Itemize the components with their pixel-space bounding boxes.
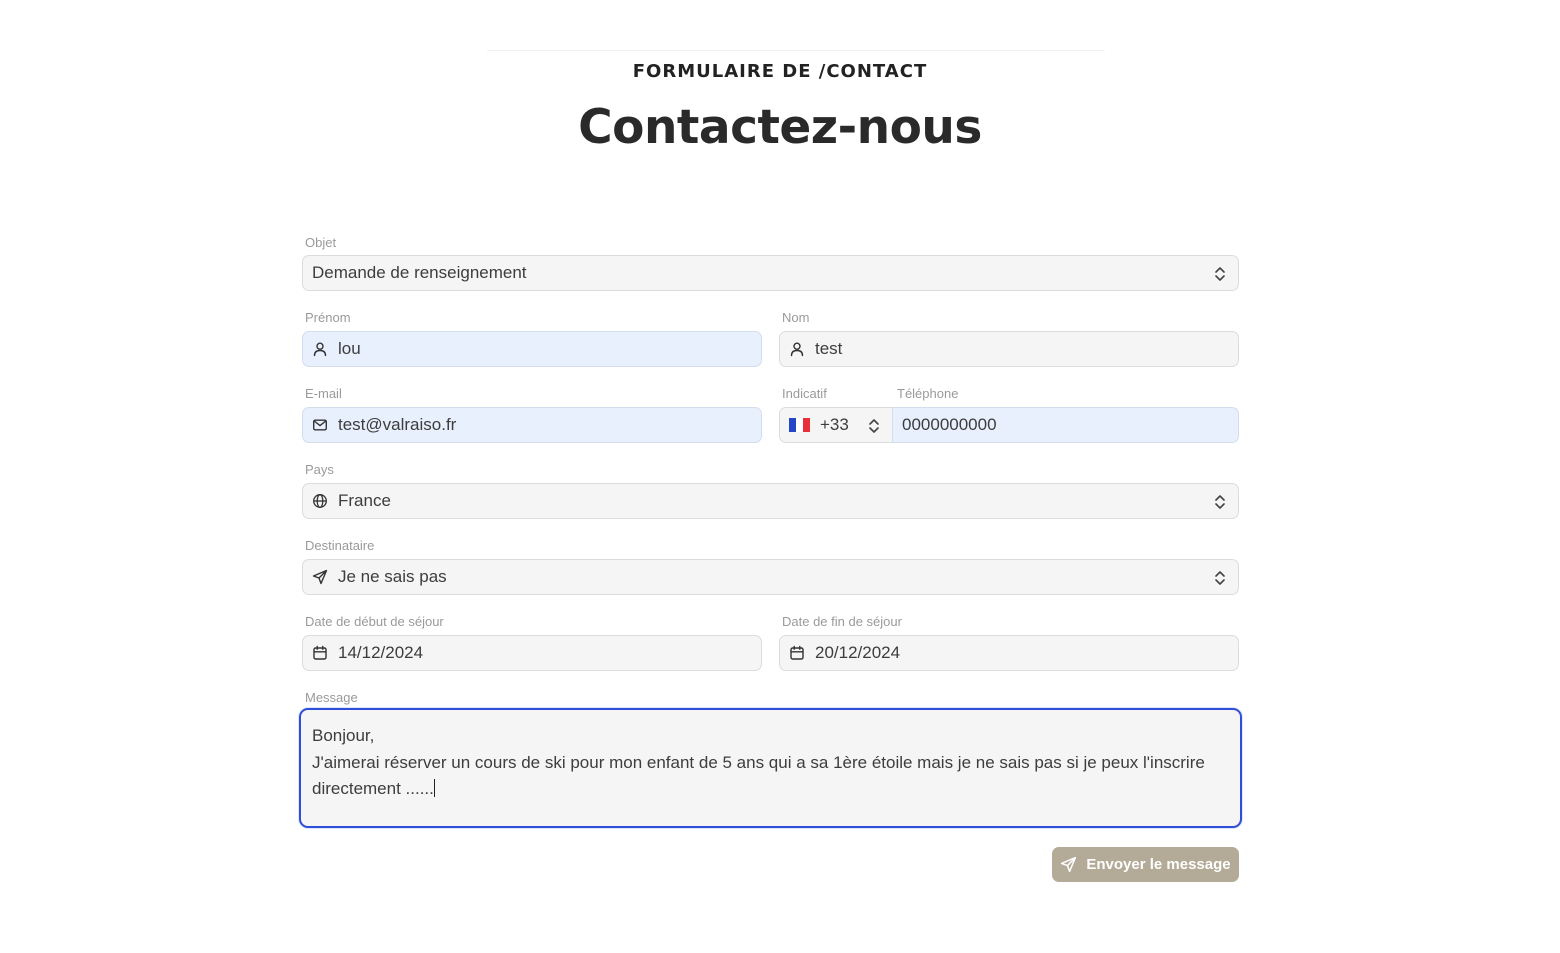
objet-select[interactable]: Demande de renseignement [302, 255, 1239, 291]
date-debut-input[interactable]: 14/12/2024 [302, 635, 762, 671]
country-code-select[interactable]: +33 [779, 407, 893, 443]
chevron-updown-icon [1215, 267, 1225, 281]
pays-label: Pays [305, 462, 334, 477]
page-title: Contactez-nous [578, 100, 982, 155]
text-cursor [433, 779, 435, 797]
calendar-icon [789, 645, 805, 661]
chevron-updown-icon [1215, 495, 1225, 509]
pays-value: France [338, 491, 391, 510]
destinataire-select[interactable]: Je ne sais pas [302, 559, 1239, 595]
indicatif-label: Indicatif [782, 386, 827, 401]
destinataire-label: Destinataire [305, 538, 375, 553]
telephone-value: 0000000000 [902, 415, 997, 434]
date-fin-value: 20/12/2024 [815, 643, 901, 662]
message-label: Message [305, 690, 358, 705]
chevron-updown-icon [869, 419, 879, 433]
nom-value: test [815, 339, 843, 358]
date-fin-input[interactable]: 20/12/2024 [779, 635, 1239, 671]
telephone-label: Téléphone [897, 386, 959, 401]
globe-icon [312, 493, 328, 509]
header-divider [487, 50, 1105, 51]
message-textarea[interactable]: Bonjour, J'aimerai réserver un cours de … [299, 708, 1242, 828]
date-debut-label: Date de début de séjour [305, 614, 444, 629]
objet-value: Demande de renseignement [312, 263, 527, 282]
send-icon [1061, 856, 1077, 873]
form-eyebrow: FORMULAIRE DE /CONTACT [632, 61, 928, 82]
chevron-updown-icon [1215, 571, 1225, 585]
pays-select[interactable]: France [302, 483, 1239, 519]
prenom-value: lou [338, 339, 361, 358]
date-debut-value: 14/12/2024 [338, 643, 424, 662]
user-icon [312, 341, 328, 357]
prenom-input[interactable]: lou [302, 331, 762, 367]
send-message-button[interactable]: Envoyer le message [1052, 847, 1239, 882]
send-message-label: Envoyer le message [1086, 856, 1231, 873]
nom-input[interactable]: test [779, 331, 1239, 367]
message-value: Bonjour, J'aimerai réserver un cours de … [312, 726, 1205, 798]
user-icon [789, 341, 805, 357]
prenom-label: Prénom [305, 310, 351, 325]
france-flag-icon [789, 418, 810, 432]
send-icon [312, 569, 328, 585]
indicatif-value: +33 [820, 415, 849, 434]
telephone-input[interactable]: 0000000000 [892, 407, 1239, 443]
email-input[interactable]: test@valraiso.fr [302, 407, 762, 443]
calendar-icon [312, 645, 328, 661]
destinataire-value: Je ne sais pas [338, 567, 447, 586]
email-value: test@valraiso.fr [338, 415, 457, 434]
objet-label: Objet [305, 235, 337, 250]
date-fin-label: Date de fin de séjour [782, 614, 902, 629]
email-label: E-mail [305, 386, 342, 401]
nom-label: Nom [782, 310, 810, 325]
mail-icon [312, 417, 328, 433]
